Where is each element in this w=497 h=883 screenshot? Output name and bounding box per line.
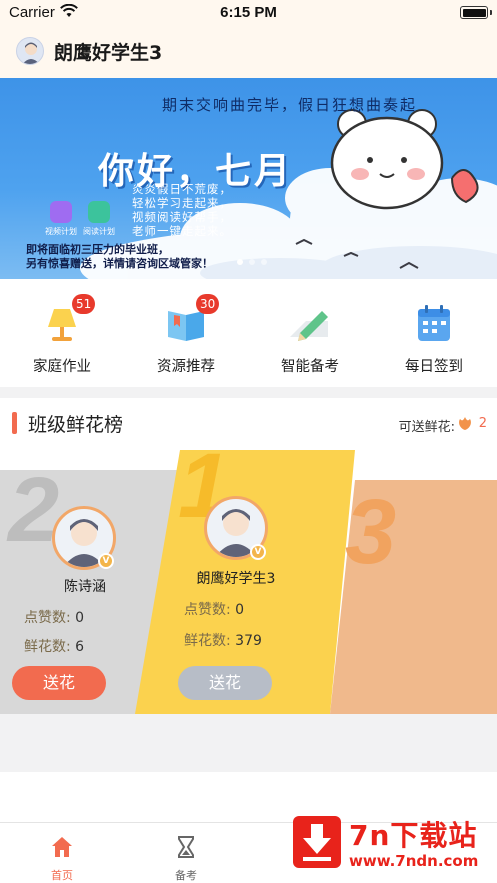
home-icon (52, 837, 72, 857)
tab-exam-prep[interactable]: 备考 (124, 823, 248, 883)
notification-badge: 30 (196, 294, 220, 314)
tab-label: 备考 (175, 869, 197, 882)
mini-app-label: 阅读计划 (83, 227, 115, 236)
tab-home[interactable]: 首页 (0, 823, 124, 883)
app-header: 朗鹰好学生3 (0, 26, 497, 78)
video-icon (50, 201, 72, 223)
calendar-icon (418, 305, 450, 341)
promo-line: 即将面临初三压力的毕业班， (26, 243, 169, 256)
promo-banner[interactable]: 期末交响曲完毕，假日狂想曲奏起 你好，七月 炎炎假日不荒废， 轻松学习走起来， … (0, 78, 497, 279)
user-name[interactable]: 朗鹰好学生3 (54, 38, 162, 65)
bear-illustration (330, 109, 479, 210)
menu-homework[interactable]: 51 家庭作业 (0, 279, 124, 387)
watermark-url: www.7ndn.com (349, 852, 479, 870)
send-flower-button[interactable]: 送花 (178, 666, 272, 700)
content-spacer (0, 714, 497, 772)
tab-label: 首页 (51, 869, 73, 882)
flowers-value: 6 (75, 639, 85, 655)
status-bar: Carrier 6:15 PM (0, 0, 497, 26)
flowers-stat: 鲜花数: 6 (24, 636, 84, 656)
promo-line: 另有惊喜赠送，详情请咨询区域管家！ (26, 257, 213, 270)
banner-headline: 期末交响曲完毕，假日狂想曲奏起 (161, 96, 417, 114)
likes-label: 点赞数: (24, 610, 71, 626)
flower-ranking-header: 班级鲜花榜 可送鲜花: 2 (0, 398, 497, 450)
carousel-dot[interactable] (261, 259, 267, 265)
likes-label: 点赞数: (184, 602, 231, 618)
verified-badge: V (98, 553, 114, 569)
clock: 6:15 PM (220, 4, 277, 21)
menu-resources[interactable]: 30 资源推荐 (124, 279, 248, 387)
book-icon (88, 201, 110, 223)
menu-label: 智能备考 (281, 359, 339, 375)
rank-3-number: 3 (345, 481, 397, 583)
likes-value: 0 (235, 602, 245, 618)
carousel-indicator[interactable] (237, 250, 273, 269)
quick-menu: 51 家庭作业 30 资源推荐 智能备考 每日签到 (0, 279, 497, 387)
verified-badge: V (250, 544, 266, 560)
available-flowers-label: 可送鲜花: (398, 420, 455, 435)
candidate-name: 朗鹰好学生3 (196, 571, 276, 587)
flowers-value: 379 (235, 633, 262, 649)
reading-plan-shortcut: 阅读计划 (75, 201, 123, 237)
notification-badge: 51 (72, 294, 96, 314)
likes-stat: 点赞数: 0 (24, 607, 84, 627)
hourglass-icon (178, 836, 194, 858)
section-accent-bar (12, 412, 17, 434)
slogan-line: 炎炎假日不荒废， (132, 182, 232, 196)
flower-podium: 2 1 3 V 陈诗涵 点赞数: 0 鲜花数: 6 送花 V 朗鹰好学生3 点赞… (0, 450, 497, 714)
carousel-dot[interactable] (249, 259, 255, 265)
flowers-label: 鲜花数: (184, 633, 231, 649)
slogan-line: 老师一键走起来。 (132, 224, 232, 238)
likes-stat: 点赞数: 0 (184, 599, 244, 619)
flowers-label: 鲜花数: (24, 639, 71, 655)
banner-slogan: 炎炎假日不荒废， 轻松学习走起来， 视频阅读好帮手， 老师一键走起来。 (132, 182, 232, 238)
menu-label: 家庭作业 (33, 359, 91, 375)
available-flowers-count: 2 (478, 416, 487, 431)
pencil-icon (290, 311, 328, 341)
menu-exam-prep[interactable]: 智能备考 (248, 279, 372, 387)
send-flower-button[interactable]: 送花 (12, 666, 106, 700)
candidate-name: 陈诗涵 (64, 579, 106, 595)
banner-promo: 即将面临初三压力的毕业班， 另有惊喜赠送，详情请咨询区域管家！ (26, 243, 213, 271)
slogan-line: 轻松学习走起来， (132, 196, 232, 210)
likes-value: 0 (75, 610, 85, 626)
site-watermark: 7n下载站 www.7ndn.com (293, 810, 489, 876)
menu-daily-checkin[interactable]: 每日签到 (372, 279, 496, 387)
user-avatar[interactable] (16, 37, 44, 65)
flower-icon (459, 417, 471, 430)
battery-icon (460, 6, 492, 19)
download-arrow-icon (293, 816, 341, 868)
menu-label: 每日签到 (405, 359, 463, 375)
section-title: 班级鲜花榜 (28, 414, 124, 436)
person-icon (22, 42, 40, 64)
carousel-dot[interactable] (237, 259, 243, 265)
menu-label: 资源推荐 (157, 359, 215, 375)
watermark-title: 7n下载站 (349, 819, 478, 852)
flowers-stat: 鲜花数: 379 (184, 630, 262, 650)
rank-2-number: 2 (8, 459, 60, 561)
slogan-line: 视频阅读好帮手， (132, 210, 232, 224)
